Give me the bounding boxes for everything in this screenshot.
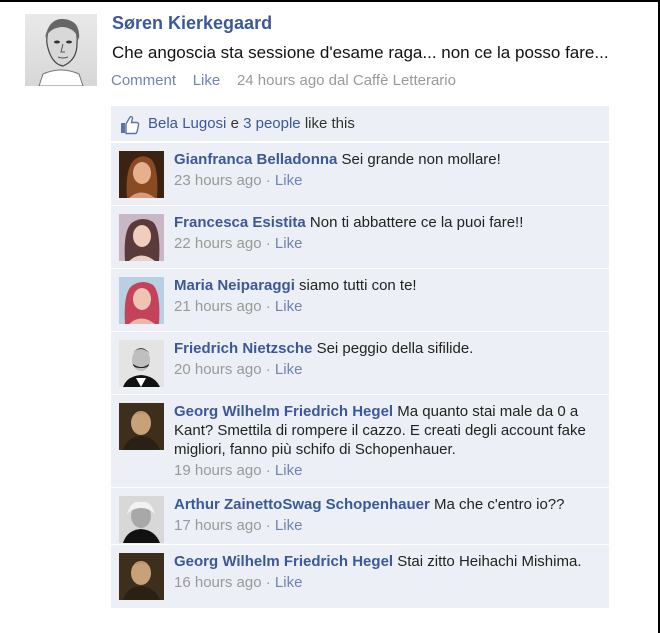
commenter-avatar[interactable] xyxy=(119,214,164,261)
comment-like-link[interactable]: Like xyxy=(275,298,303,315)
comment-timestamp[interactable]: 16 hours ago xyxy=(174,574,262,591)
likes-connector: e xyxy=(226,115,244,132)
comment-like-link[interactable]: Like xyxy=(275,361,303,378)
like-link[interactable]: Like xyxy=(193,72,221,89)
meta-separator xyxy=(224,72,232,89)
likes-suffix: like this xyxy=(300,115,355,132)
comment-timestamp[interactable]: 20 hours ago xyxy=(174,361,262,378)
comment-item: Georg Wilhelm Friedrich Hegel Stai zitto… xyxy=(111,545,609,608)
comment-text: Non ti abbattere ce la puoi fare!! xyxy=(309,214,524,231)
post-text: Che angoscia sta sessione d'esame raga..… xyxy=(112,43,609,62)
comment-timestamp[interactable]: 22 hours ago xyxy=(174,235,262,252)
comment-text: Sei grande non mollare! xyxy=(341,151,501,168)
commenter-name[interactable]: Maria Neiparaggi xyxy=(174,277,295,294)
commenter-name[interactable]: Francesca Esistita xyxy=(174,214,306,231)
commenter-avatar[interactable] xyxy=(119,553,164,600)
comment-like-link[interactable]: Like xyxy=(275,574,303,591)
post-author[interactable]: Søren Kierkegaard xyxy=(112,13,272,34)
comment-item: Arthur ZainettoSwag Schopenhauer Ma che … xyxy=(111,488,609,544)
comment-timestamp[interactable]: 23 hours ago xyxy=(174,172,262,189)
comment-text: Sei peggio della sifilide. xyxy=(316,340,474,357)
comment-link[interactable]: Comment xyxy=(111,72,176,89)
comment-item: Francesca Esistita Non ti abbattere ce l… xyxy=(111,206,609,268)
post-timestamp[interactable]: 24 hours ago dal Caffè Letterario xyxy=(237,72,456,89)
post-meta: Comment Like 24 hours ago dal Caffè Lett… xyxy=(111,72,456,89)
likes-text: Bela Lugosi e 3 people like this xyxy=(148,115,355,132)
comment-text: siamo tutti con te! xyxy=(299,277,417,294)
comment-like-link[interactable]: Like xyxy=(275,517,303,534)
comment-timestamp[interactable]: 17 hours ago xyxy=(174,517,262,534)
commenter-name[interactable]: Arthur ZainettoSwag Schopenhauer xyxy=(174,496,430,513)
commenter-name[interactable]: Gianfranca Belladonna xyxy=(174,151,337,168)
author-avatar[interactable] xyxy=(25,14,97,86)
likes-summary: Bela Lugosi e 3 people like this xyxy=(111,106,609,142)
comment-item: Friedrich Nietzsche Sei peggio della sif… xyxy=(111,332,609,394)
thumbs-up-icon xyxy=(121,115,140,135)
comment-like-link[interactable]: Like xyxy=(275,235,303,252)
commenter-avatar[interactable] xyxy=(119,277,164,324)
commenter-avatar[interactable] xyxy=(119,403,164,450)
commenter-name[interactable]: Georg Wilhelm Friedrich Hegel xyxy=(174,553,393,570)
likers-count[interactable]: 3 people xyxy=(243,115,301,132)
comment-item: Georg Wilhelm Friedrich Hegel Ma quanto … xyxy=(111,395,609,487)
meta-separator xyxy=(180,72,188,89)
comment-text: Stai zitto Heihachi Mishima. xyxy=(397,553,582,570)
commenter-name[interactable]: Georg Wilhelm Friedrich Hegel xyxy=(174,403,393,420)
commenter-avatar[interactable] xyxy=(119,496,164,543)
commenter-avatar[interactable] xyxy=(119,340,164,387)
comment-item: Gianfranca Belladonna Sei grande non mol… xyxy=(111,143,609,205)
liker-name[interactable]: Bela Lugosi xyxy=(148,115,226,132)
comment-like-link[interactable]: Like xyxy=(275,462,303,479)
commenter-avatar[interactable] xyxy=(119,151,164,198)
commenter-name[interactable]: Friedrich Nietzsche xyxy=(174,340,312,357)
comment-item: Maria Neiparaggi siamo tutti con te! 21 … xyxy=(111,269,609,331)
comment-like-link[interactable]: Like xyxy=(275,172,303,189)
comment-timestamp[interactable]: 19 hours ago xyxy=(174,462,262,479)
comment-text: Ma che c'entro io?? xyxy=(434,496,565,513)
comment-timestamp[interactable]: 21 hours ago xyxy=(174,298,262,315)
